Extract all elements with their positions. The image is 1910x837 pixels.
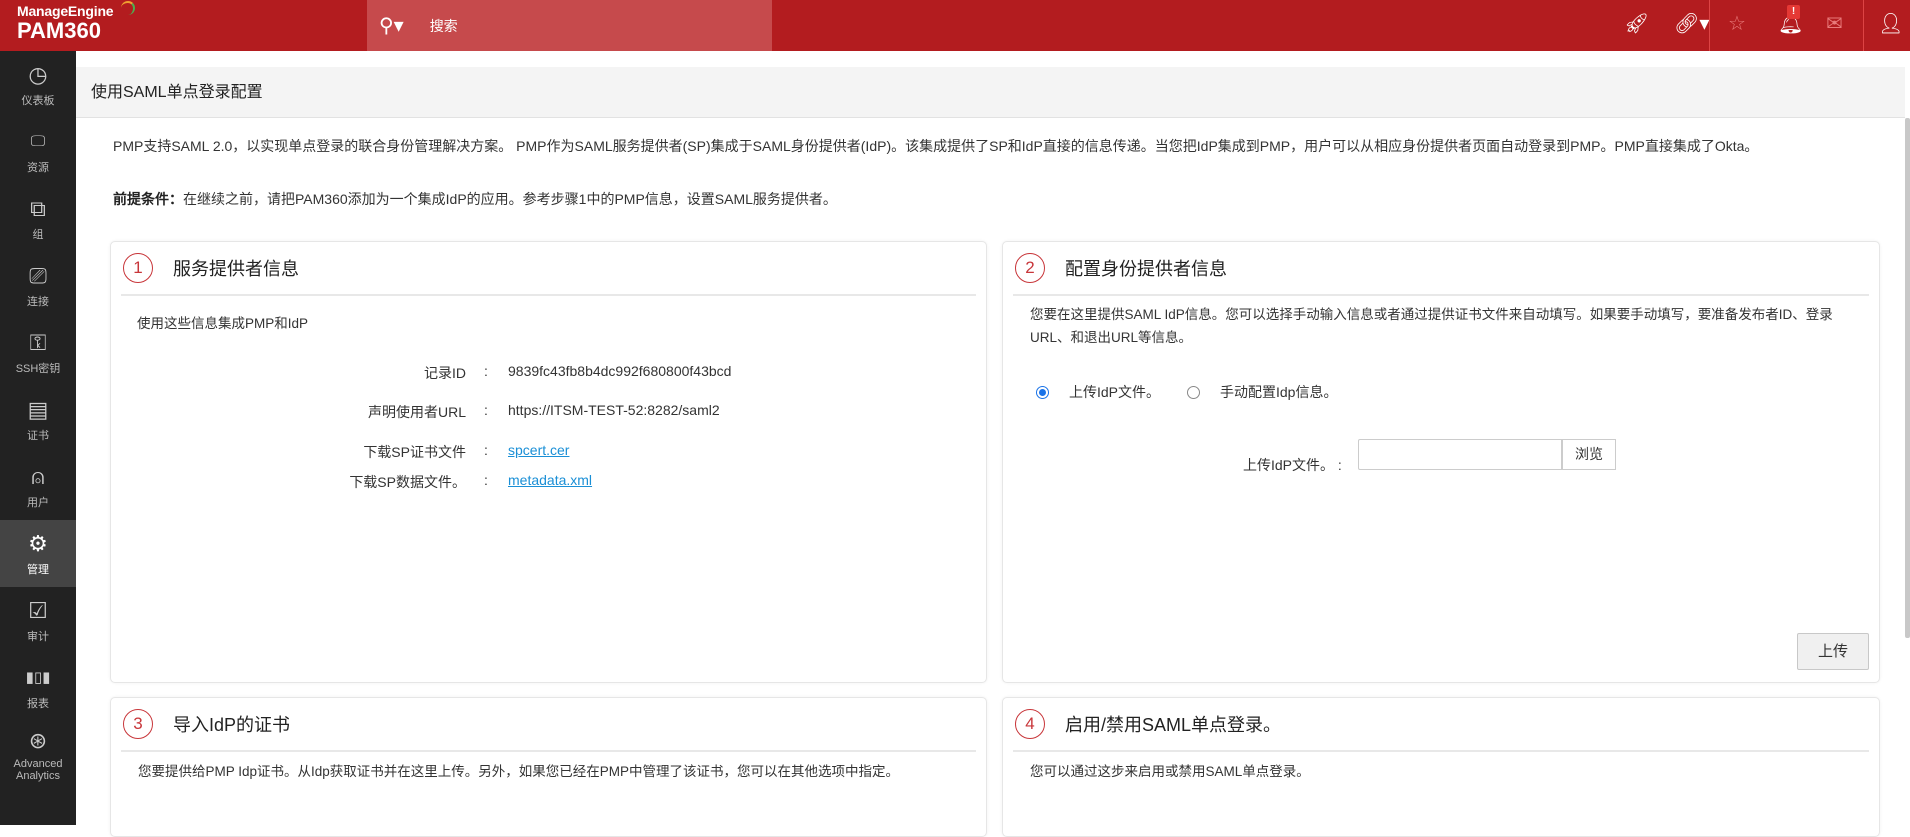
top-bar: ManageEngine PAM360 ⚲▾ 搜索 🚀︎ 🔗︎▾ ☆ 🔔︎ ! … bbox=[0, 0, 1910, 51]
sidebar-item-10[interactable]: ⊛ Advanced Analytics bbox=[0, 721, 76, 788]
step-number: 4 bbox=[1015, 709, 1045, 739]
card-description: 您可以通过这步来启用或禁用SAML单点登录。 bbox=[1030, 764, 1310, 779]
sidebar-item-label: 连接 bbox=[27, 295, 49, 308]
ssh-key-icon: ⚿ bbox=[29, 329, 47, 355]
card-title: 服务提供者信息 bbox=[173, 259, 299, 279]
sidebar-item-8[interactable]: ☑ 审计 bbox=[0, 587, 76, 654]
radio-unselected[interactable] bbox=[1187, 385, 1200, 399]
connection-icon: ⎚ bbox=[29, 262, 47, 288]
sidebar-item-2[interactable]: ⧉ 组 bbox=[0, 185, 76, 252]
radio-manual-config[interactable]: 手动配置Idp信息。 bbox=[1187, 382, 1337, 402]
radio-selected[interactable] bbox=[1036, 385, 1049, 399]
sidebar-item-3[interactable]: ⎚ 连接 bbox=[0, 252, 76, 319]
sidebar-item-label: 审计 bbox=[27, 630, 49, 643]
mail-icon[interactable]: ✉ bbox=[1826, 12, 1843, 36]
sidebar-item-label: 报表 bbox=[27, 697, 49, 710]
idp-file-input[interactable] bbox=[1358, 439, 1562, 470]
field-separator: : bbox=[484, 363, 488, 379]
sidebar-item-label: 仪表板 bbox=[21, 94, 55, 107]
step-number: 2 bbox=[1015, 253, 1045, 283]
field-separator: : bbox=[484, 402, 488, 418]
card-enable-disable-saml: 4 启用/禁用SAML单点登录。 您可以通过这步来启用或禁用SAML单点登录。 bbox=[1002, 697, 1880, 837]
sidebar-item-6[interactable]: ⍝ 用户 bbox=[0, 453, 76, 520]
card-title: 配置身份提供者信息 bbox=[1065, 259, 1227, 279]
step-number: 1 bbox=[123, 253, 153, 283]
search-icon[interactable]: ⚲▾ bbox=[379, 13, 404, 38]
field-separator: : bbox=[484, 472, 488, 488]
step-number: 3 bbox=[123, 709, 153, 739]
analytics-icon: ⊛ bbox=[28, 727, 48, 753]
scrollbar[interactable] bbox=[1905, 118, 1910, 638]
file-upload-label: 上传IdP文件。 : bbox=[1243, 457, 1342, 473]
sidebar-item-7[interactable]: ⚙ 管理 bbox=[0, 520, 76, 587]
field-value: https://ITSM-TEST-52:8282/saml2 bbox=[508, 402, 720, 418]
sidebar-item-9[interactable]: ▮▯▮ 报表 bbox=[0, 654, 76, 721]
link-dropdown-icon[interactable]: 🔗︎▾ bbox=[1674, 12, 1709, 36]
card-description: 使用这些信息集成PMP和IdP bbox=[137, 316, 309, 331]
dashboard-icon: ◷ bbox=[28, 61, 48, 87]
divider bbox=[1863, 0, 1864, 51]
brand-name: ManageEngine bbox=[17, 3, 114, 19]
rocket-icon[interactable]: 🚀︎ bbox=[1624, 12, 1649, 36]
card-service-provider-info: 1 服务提供者信息 使用这些信息集成PMP和IdP 记录ID: 9839fc43f… bbox=[110, 241, 987, 683]
clipboard-check-icon: ☑ bbox=[28, 597, 48, 623]
sidebar-item-label: SSH密钥 bbox=[15, 362, 61, 375]
certificate-icon: ▤ bbox=[27, 396, 49, 422]
field-label: 下载SP数据文件。 bbox=[349, 474, 466, 490]
card-description: 您要提供给PMP Idp证书。从Idp获取证书并在这里上传。另外，如果您已经在P… bbox=[138, 764, 900, 779]
card-header: 3 导入IdP的证书 bbox=[121, 698, 976, 752]
card-title: 启用/禁用SAML单点登录。 bbox=[1065, 715, 1282, 735]
intro-text: PMP支持SAML 2.0，以实现单点登录的联合身份管理解决方案。 PMP作为S… bbox=[113, 138, 1759, 154]
field-value: 9839fc43fb8b4dc992f680800f43bcd bbox=[508, 363, 732, 379]
spcert-download-link[interactable]: spcert.cer bbox=[508, 442, 569, 458]
user-icon: ⍝ bbox=[31, 463, 45, 489]
sidebar-item-4[interactable]: ⚿ SSH密钥 bbox=[0, 319, 76, 386]
sidebar-item-5[interactable]: ▤ 证书 bbox=[0, 386, 76, 453]
metadata-download-link[interactable]: metadata.xml bbox=[508, 472, 592, 488]
field-separator: : bbox=[484, 442, 488, 458]
card-title: 导入IdP的证书 bbox=[173, 715, 291, 735]
search-label: 搜索 bbox=[429, 17, 458, 34]
card-import-idp-certificate: 3 导入IdP的证书 您要提供给PMP Idp证书。从Idp获取证书并在这里上传… bbox=[110, 697, 987, 837]
divider bbox=[1709, 0, 1710, 51]
upload-button[interactable]: 上传 bbox=[1797, 633, 1869, 670]
radio-label: 手动配置Idp信息。 bbox=[1220, 384, 1338, 400]
gear-icon: ⚙ bbox=[28, 530, 48, 556]
product-name: PAM360 bbox=[17, 18, 101, 43]
sidebar-item-label: 用户 bbox=[27, 496, 49, 509]
field-label: 下载SP证书文件 bbox=[363, 444, 466, 460]
browse-button[interactable]: 浏览 bbox=[1562, 439, 1616, 470]
prerequisite-body: 在继续之前，请把PAM360添加为一个集成IdP的应用。参考步骤1中的PMP信息… bbox=[183, 191, 837, 207]
notification-badge: ! bbox=[1787, 5, 1800, 19]
card-identity-provider-config: 2 配置身份提供者信息 您要在这里提供SAML IdP信息。您可以选择手动输入信… bbox=[1002, 241, 1880, 683]
user-star-icon[interactable]: ☆ bbox=[1728, 12, 1746, 36]
sidebar-item-1[interactable]: 🖵 资源 bbox=[0, 118, 76, 185]
sidebar-item-label: 组 bbox=[32, 228, 44, 241]
sidebar-item-0[interactable]: ◷ 仪表板 bbox=[0, 51, 76, 118]
sidebar-item-label: 管理 bbox=[27, 563, 49, 576]
page-title: 使用SAML单点登录配置 bbox=[76, 67, 1905, 118]
user-menu-icon[interactable]: 👤︎ bbox=[1878, 12, 1903, 36]
field-label: 记录ID bbox=[424, 365, 466, 381]
sidebar-item-label: Advanced Analytics bbox=[13, 757, 63, 782]
prerequisite-text: 前提条件：在继续之前，请把PAM360添加为一个集成IdP的应用。参考步骤1中的… bbox=[113, 189, 837, 209]
group-icon: ⧉ bbox=[30, 195, 46, 221]
card-header: 4 启用/禁用SAML单点登录。 bbox=[1013, 698, 1869, 752]
sidebar: ◷ 仪表板 🖵 资源 ⧉ 组 ⎚ 连接 ⚿ SSH密钥 ▤ 证书 ⍝ 用户 ⚙ 管理 ☑ 审计 ▮▯▮ 报表 ⊛ Adva… bbox=[0, 51, 76, 825]
sidebar-item-label: 资源 bbox=[27, 161, 49, 174]
card-header: 2 配置身份提供者信息 bbox=[1013, 242, 1869, 296]
logo[interactable]: ManageEngine PAM360 bbox=[17, 1, 135, 43]
prerequisite-label: 前提条件： bbox=[113, 191, 183, 207]
monitor-icon: 🖵 bbox=[30, 132, 46, 150]
bar-chart-icon: ▮▯▮ bbox=[25, 668, 51, 686]
radio-upload-idp-file[interactable]: 上传IdP文件。 bbox=[1036, 382, 1160, 402]
card-header: 1 服务提供者信息 bbox=[121, 242, 976, 296]
field-label: 声明使用者URL bbox=[367, 404, 466, 420]
logo-arc-icon bbox=[121, 1, 135, 15]
search-bar[interactable]: ⚲▾ 搜索 bbox=[367, 0, 772, 51]
radio-label: 上传IdP文件。 bbox=[1069, 384, 1161, 400]
card-description: 您要在这里提供SAML IdP信息。您可以选择手动输入信息或者通过提供证书文件来… bbox=[1030, 307, 1833, 345]
sidebar-item-label: 证书 bbox=[27, 429, 49, 442]
